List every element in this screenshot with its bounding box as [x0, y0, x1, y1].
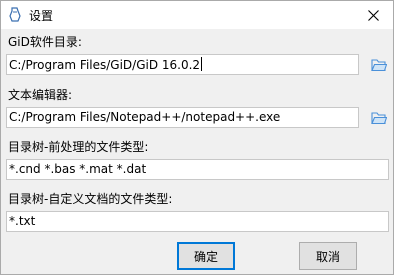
gid-dir-browse-folder-icon[interactable] [371, 58, 387, 72]
tree-custom-input[interactable]: *.txt [6, 211, 389, 232]
tree-custom-label: 目录树-自定义文档的文件类型: [8, 192, 173, 206]
settings-dialog: 设置 GiD软件目录: C:/Program Files/GiD/GiD 16.… [0, 0, 394, 275]
text-caret [201, 57, 203, 71]
editor-value: C:/Program Files/Notepad++/notepad++.exe [9, 110, 281, 124]
close-button[interactable] [353, 1, 393, 29]
gid-dir-input[interactable]: C:/Program Files/GiD/GiD 16.0.2 [6, 54, 359, 75]
editor-input[interactable]: C:/Program Files/Notepad++/notepad++.exe [6, 107, 359, 128]
window-title: 设置 [29, 9, 54, 23]
tree-custom-value: *.txt [9, 214, 36, 228]
tree-pre-value: *.cnd *.bas *.mat *.dat [9, 162, 147, 176]
gid-dir-value: C:/Program Files/GiD/GiD 16.0.2 [9, 58, 201, 72]
close-icon [367, 9, 379, 21]
editor-label: 文本编辑器: [8, 88, 73, 102]
editor-browse-folder-icon[interactable] [371, 111, 387, 125]
title-bar: 设置 [1, 1, 393, 29]
gid-dir-label: GiD软件目录: [8, 35, 82, 49]
tree-pre-input[interactable]: *.cnd *.bas *.mat *.dat [6, 159, 389, 180]
ok-button[interactable]: 确定 [177, 242, 235, 270]
tree-pre-label: 目录树-前处理的文件类型: [8, 140, 149, 154]
app-icon [9, 7, 21, 22]
cancel-button[interactable]: 取消 [299, 242, 357, 270]
